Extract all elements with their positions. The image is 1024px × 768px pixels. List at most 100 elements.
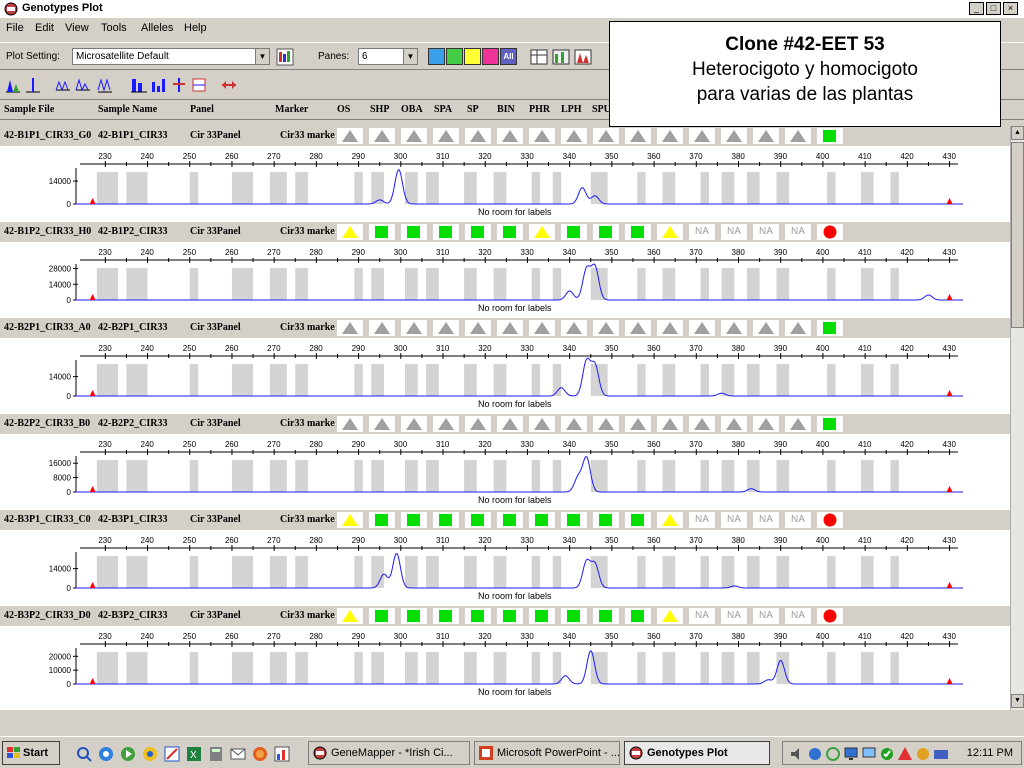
electropherogram[interactable]: 230 240 250 260 270 280 290 300 310 320 330 340 350 3… — [0, 434, 1010, 510]
dye-yellow-toggle[interactable] — [464, 48, 481, 65]
bin-markers-icon[interactable] — [150, 76, 168, 94]
plot-setting-dropdown[interactable]: Microsatellite Default ▼ — [72, 48, 270, 65]
vertical-scrollbar[interactable]: ▲ ▼ — [1010, 126, 1024, 710]
quality-check-triangle-icon[interactable] — [625, 320, 651, 336]
zoom-full-icon[interactable] — [96, 76, 114, 94]
quicklaunch-edit-icon[interactable] — [164, 746, 180, 762]
quality-check-triangle-icon[interactable] — [529, 416, 555, 432]
sample-pane[interactable]: 42-B1P2_CIR33_H0 42-B1P2_CIR33 Cir 33Panel… — [0, 222, 1010, 318]
sample-pane[interactable]: 42-B3P1_CIR33_C0 42-B3P1_CIR33 Cir 33Panel… — [0, 510, 1010, 606]
quicklaunch-firefox-icon[interactable] — [252, 746, 268, 762]
quality-check-triangle-icon[interactable] — [657, 416, 683, 432]
quality-pass-square-icon[interactable] — [593, 608, 619, 624]
quality-na-label[interactable]: NA — [753, 512, 779, 528]
quality-warning-triangle-icon[interactable] — [657, 512, 683, 528]
close-button[interactable]: × — [1003, 2, 1018, 15]
col-panel[interactable]: Panel — [190, 104, 214, 115]
quality-check-triangle-icon[interactable] — [529, 128, 555, 144]
quality-pass-square-icon[interactable] — [817, 416, 843, 432]
quality-na-label[interactable]: NA — [689, 512, 715, 528]
quality-na-label[interactable]: NA — [785, 224, 811, 240]
chevron-down-icon[interactable]: ▼ — [255, 49, 269, 64]
dye-green-toggle[interactable] — [446, 48, 463, 65]
quality-check-triangle-icon[interactable] — [721, 128, 747, 144]
quality-check-triangle-icon[interactable] — [433, 416, 459, 432]
add-allele-icon[interactable] — [170, 76, 188, 94]
quality-check-triangle-icon[interactable] — [529, 320, 555, 336]
quality-check-triangle-icon[interactable] — [657, 320, 683, 336]
col-os[interactable]: OS — [337, 104, 350, 115]
network-icon[interactable] — [807, 746, 823, 762]
quality-na-label[interactable]: NA — [721, 512, 747, 528]
quality-na-label[interactable]: NA — [721, 608, 747, 624]
sample-pane[interactable]: 42-B3P2_CIR33_D0 42-B3P2_CIR33 Cir 33Panel… — [0, 606, 1010, 702]
scroll-up-arrow-icon[interactable]: ▲ — [1011, 126, 1024, 140]
quality-na-label[interactable]: NA — [785, 608, 811, 624]
separate-dyes-icon[interactable] — [24, 76, 42, 94]
quality-pass-square-icon[interactable] — [497, 512, 523, 528]
sync-zoom-icon[interactable] — [220, 76, 238, 94]
drive-icon[interactable] — [933, 746, 949, 762]
dye-red-toggle[interactable] — [482, 48, 499, 65]
sync-icon[interactable] — [825, 746, 841, 762]
electropherogram[interactable]: 230 240 250 260 270 280 290 300 310 320 330 340 350 3… — [0, 242, 1010, 318]
quality-na-label[interactable]: NA — [753, 608, 779, 624]
quality-check-triangle-icon[interactable] — [689, 416, 715, 432]
quality-pass-square-icon[interactable] — [497, 608, 523, 624]
quality-fail-circle-icon[interactable] — [817, 512, 843, 528]
plot-area[interactable]: 42-B1P1_CIR33_G0 42-B1P1_CIR33 Cir 33Panel… — [0, 126, 1010, 710]
quality-check-triangle-icon[interactable] — [561, 128, 587, 144]
col-lph[interactable]: LPH — [561, 104, 582, 115]
chevron-down-icon[interactable]: ▼ — [403, 49, 417, 64]
maximize-button[interactable]: □ — [986, 2, 1001, 15]
quality-pass-square-icon[interactable] — [561, 512, 587, 528]
quality-check-triangle-icon[interactable] — [465, 320, 491, 336]
quality-pass-square-icon[interactable] — [625, 224, 651, 240]
quality-warning-triangle-icon[interactable] — [337, 224, 363, 240]
quality-pass-square-icon[interactable] — [369, 224, 395, 240]
quality-check-triangle-icon[interactable] — [753, 128, 779, 144]
quality-check-triangle-icon[interactable] — [721, 416, 747, 432]
dye-all-toggle[interactable]: All — [500, 48, 517, 65]
overlay-all-icon[interactable] — [4, 76, 22, 94]
col-sp[interactable]: SP — [467, 104, 479, 115]
electropherogram[interactable]: 230 240 250 260 270 280 290 300 310 320 330 340 350 3… — [0, 146, 1010, 222]
quality-check-triangle-icon[interactable] — [785, 416, 811, 432]
quicklaunch-excel-icon[interactable]: X — [186, 746, 202, 762]
quality-pass-square-icon[interactable] — [561, 224, 587, 240]
peaks-view-icon[interactable] — [574, 48, 592, 66]
bins-view-icon[interactable] — [552, 48, 570, 66]
quality-check-triangle-icon[interactable] — [369, 128, 395, 144]
quality-pass-square-icon[interactable] — [561, 608, 587, 624]
col-shp[interactable]: SHP — [370, 104, 389, 115]
quality-check-triangle-icon[interactable] — [785, 128, 811, 144]
menu-alleles[interactable]: Alleles — [141, 22, 173, 34]
quality-check-triangle-icon[interactable] — [465, 128, 491, 144]
quality-warning-triangle-icon[interactable] — [657, 224, 683, 240]
taskbar-btn-powerpoint[interactable]: Microsoft PowerPoint - ... — [474, 741, 620, 765]
quality-pass-square-icon[interactable] — [465, 512, 491, 528]
menu-file[interactable]: File — [6, 22, 24, 34]
col-bin[interactable]: BIN — [497, 104, 515, 115]
quality-check-triangle-icon[interactable] — [369, 416, 395, 432]
quality-pass-square-icon[interactable] — [433, 608, 459, 624]
col-oba[interactable]: OBA — [401, 104, 423, 115]
quality-pass-square-icon[interactable] — [369, 608, 395, 624]
edit-label-icon[interactable] — [190, 76, 208, 94]
quality-fail-circle-icon[interactable] — [817, 224, 843, 240]
quality-warning-triangle-icon[interactable] — [337, 512, 363, 528]
quality-warning-triangle-icon[interactable] — [337, 608, 363, 624]
quality-check-triangle-icon[interactable] — [689, 128, 715, 144]
quality-pass-square-icon[interactable] — [465, 608, 491, 624]
speaker-icon[interactable] — [789, 746, 805, 762]
quality-pass-square-icon[interactable] — [817, 320, 843, 336]
table-view-icon[interactable] — [530, 48, 548, 66]
quality-check-triangle-icon[interactable] — [401, 416, 427, 432]
security-icon[interactable] — [879, 746, 895, 762]
col-spa[interactable]: SPA — [434, 104, 452, 115]
scroll-thumb[interactable] — [1011, 142, 1024, 328]
quicklaunch-calculator-icon[interactable] — [208, 746, 224, 762]
quality-pass-square-icon[interactable] — [369, 512, 395, 528]
sample-pane[interactable]: 42-B2P1_CIR33_A0 42-B2P1_CIR33 Cir 33Panel… — [0, 318, 1010, 414]
quality-check-triangle-icon[interactable] — [433, 128, 459, 144]
